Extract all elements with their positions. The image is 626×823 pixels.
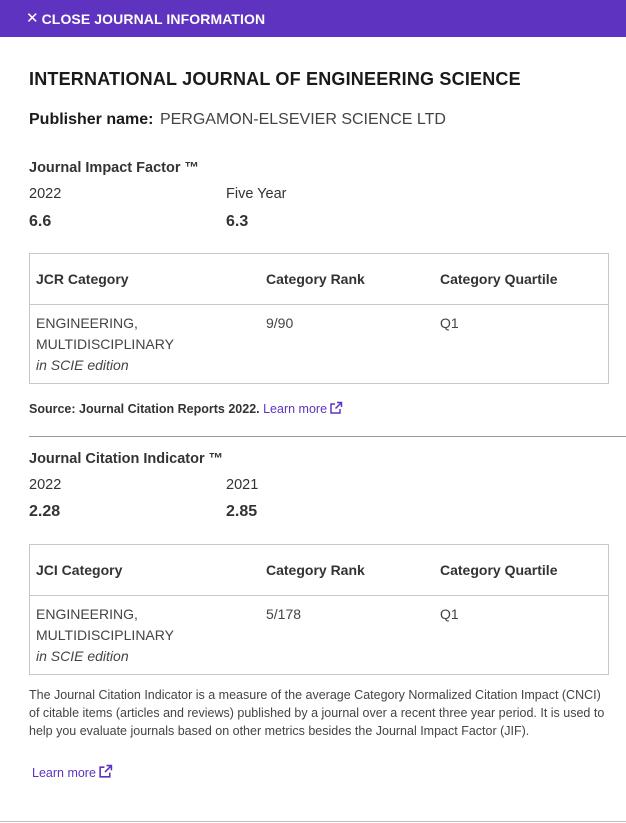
table-header-row: JCI Category Category Rank Category Quar… bbox=[30, 545, 608, 596]
category-name-line2: MULTIDISCIPLINARY bbox=[36, 627, 174, 643]
category-cell: ENGINEERING, MULTIDISCIPLINARY in SCIE e… bbox=[36, 313, 174, 376]
section-divider bbox=[29, 436, 626, 437]
jci-2022-label: 2022 bbox=[29, 477, 62, 493]
column-header: JCR Category bbox=[36, 271, 129, 287]
learn-more-label: Learn more bbox=[263, 402, 328, 416]
category-name-line2: MULTIDISCIPLINARY bbox=[36, 336, 174, 352]
source-year: 2022. bbox=[228, 402, 260, 416]
column-header: Category Rank bbox=[266, 271, 365, 287]
jci-description: The Journal Citation Indicator is a meas… bbox=[29, 688, 605, 738]
jci-2022-value: 2.28 bbox=[29, 503, 61, 520]
jif-five-year-label: Five Year bbox=[226, 186, 287, 202]
category-rank-cell: 5/178 bbox=[266, 606, 302, 622]
publisher-row: Publisher name: PERGAMON-ELSEVIER SCIENC… bbox=[29, 111, 446, 129]
jci-2021-label: 2021 bbox=[226, 477, 259, 493]
source-label: Source: Journal Citation Reports bbox=[29, 402, 225, 416]
jci-2021-value: 2.85 bbox=[226, 503, 258, 520]
column-header: Category Rank bbox=[266, 562, 365, 578]
publisher-value: PERGAMON-ELSEVIER SCIENCE LTD bbox=[159, 111, 446, 128]
panel-bottom-border bbox=[0, 821, 626, 822]
jif-five-year-value: 6.3 bbox=[226, 213, 249, 230]
journal-title: INTERNATIONAL JOURNAL OF ENGINEERING SCI… bbox=[29, 69, 521, 89]
column-header: JCI Category bbox=[36, 562, 123, 578]
jci-section-title: Journal Citation Indicator ™ bbox=[29, 451, 224, 467]
learn-more-label: Learn more bbox=[32, 766, 96, 780]
jci-category-table: JCI Category Category Rank Category Quar… bbox=[29, 544, 609, 675]
jcr-source-line: Source: Journal Citation Reports 2022. L… bbox=[29, 401, 343, 416]
category-quartile-cell: Q1 bbox=[440, 606, 459, 622]
edition-label: in SCIE edition bbox=[36, 357, 129, 373]
jif-year-value: 6.6 bbox=[29, 213, 52, 230]
external-link-icon bbox=[330, 401, 343, 414]
edition-label: in SCIE edition bbox=[36, 648, 129, 664]
jif-year-label: 2022 bbox=[29, 186, 62, 202]
category-rank-cell: 9/90 bbox=[266, 315, 294, 331]
jcr-category-table: JCR Category Category Rank Category Quar… bbox=[29, 253, 609, 384]
jif-learn-more-link[interactable]: Learn more bbox=[263, 401, 343, 416]
column-header: Category Quartile bbox=[440, 562, 558, 578]
close-journal-info-button[interactable]: ✕ CLOSE JOURNAL INFORMATION bbox=[0, 0, 626, 37]
category-quartile-cell: Q1 bbox=[440, 315, 459, 331]
category-name-line1: ENGINEERING, bbox=[36, 606, 138, 622]
jif-section-title: Journal Impact Factor ™ bbox=[29, 160, 200, 176]
close-journal-info-label: CLOSE JOURNAL INFORMATION bbox=[41, 10, 266, 27]
close-icon: ✕ bbox=[26, 10, 39, 27]
category-name-line1: ENGINEERING, bbox=[36, 315, 138, 331]
table-header-row: JCR Category Category Rank Category Quar… bbox=[30, 254, 608, 305]
column-header: Category Quartile bbox=[440, 271, 558, 287]
jci-learn-more-link[interactable]: Learn more bbox=[32, 764, 113, 780]
publisher-label: Publisher name: bbox=[29, 111, 154, 128]
external-link-icon bbox=[99, 764, 113, 778]
category-cell: ENGINEERING, MULTIDISCIPLINARY in SCIE e… bbox=[36, 604, 174, 667]
